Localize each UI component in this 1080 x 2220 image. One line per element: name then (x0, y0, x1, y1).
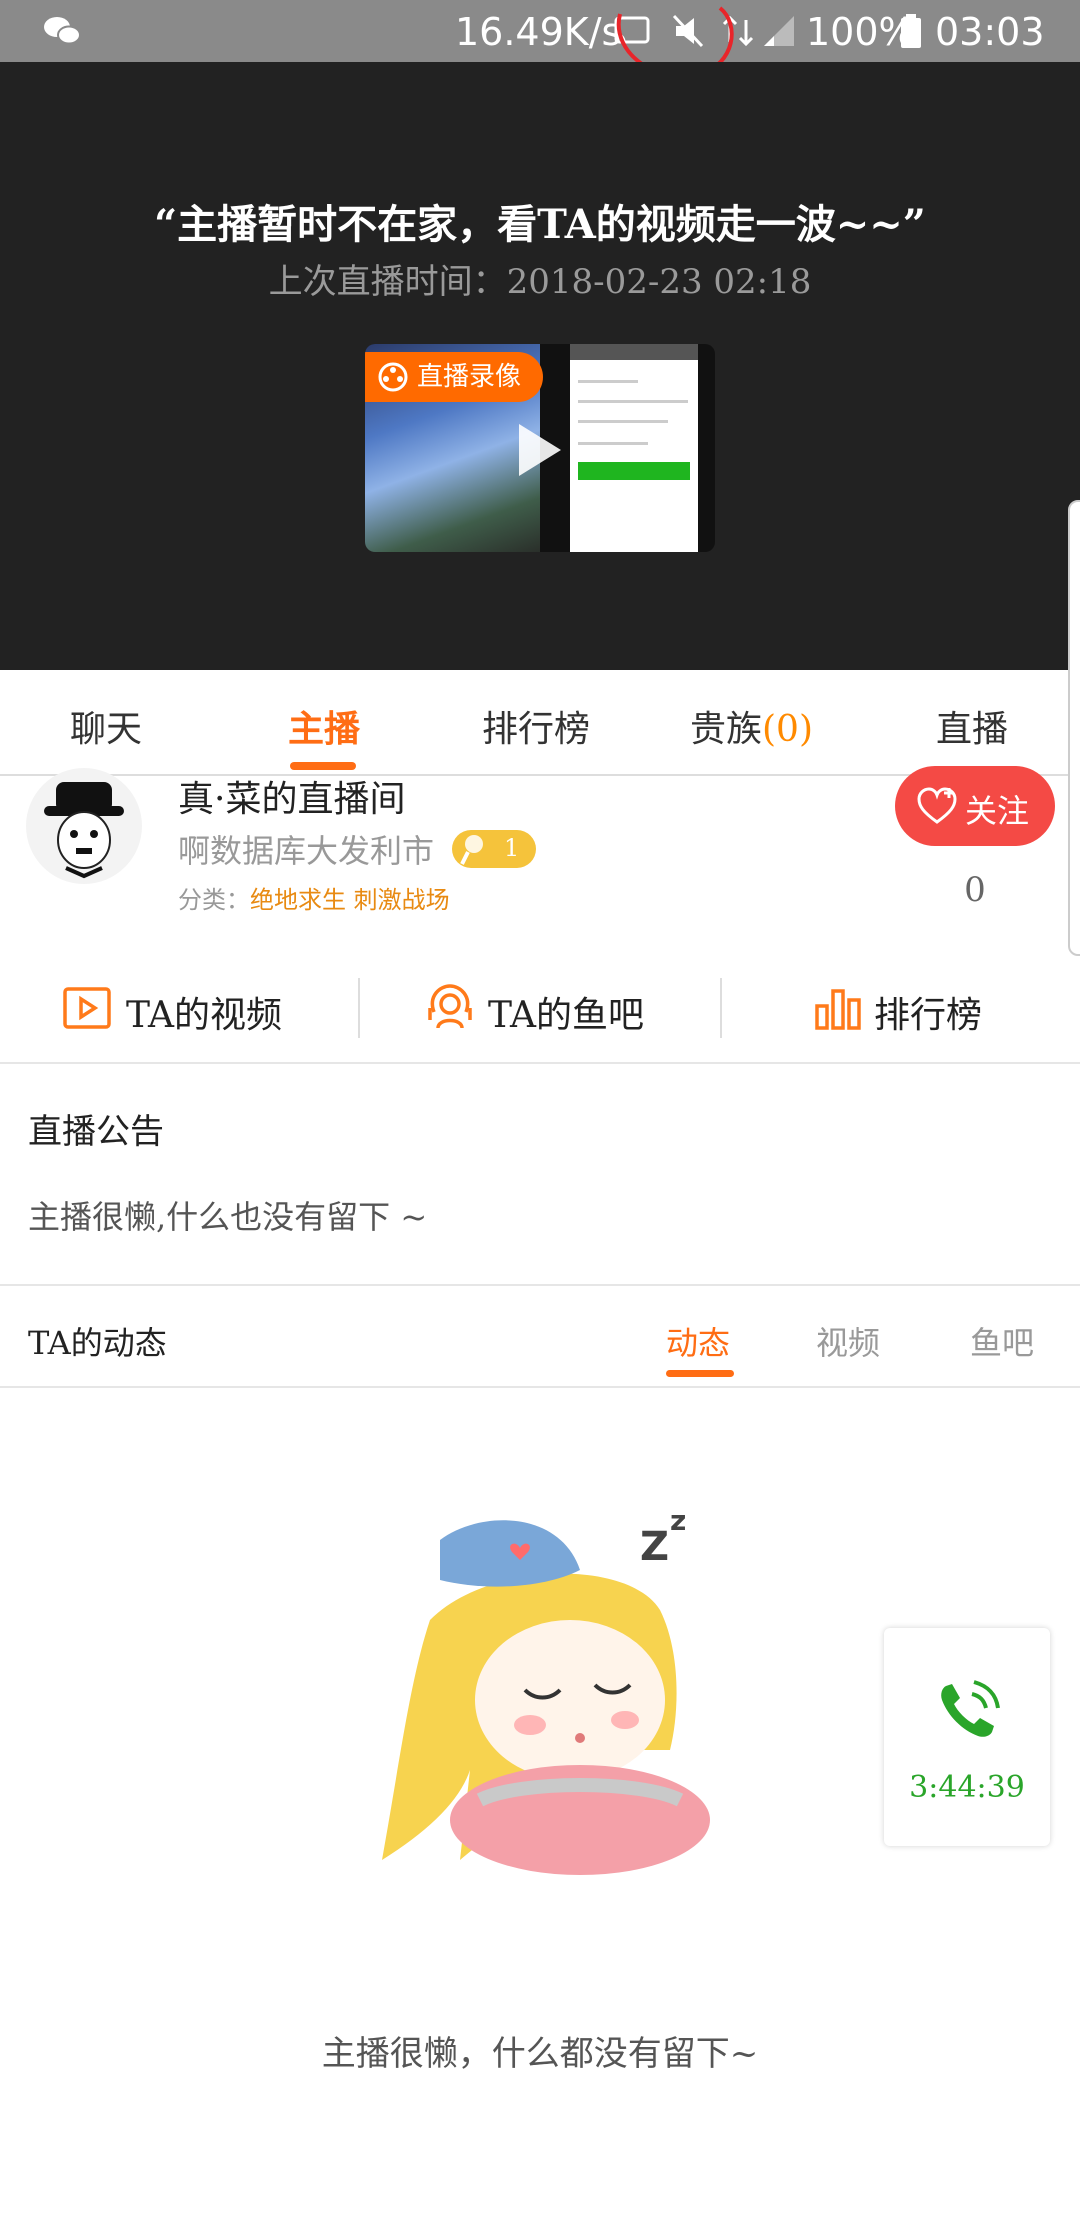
divider (0, 1284, 1080, 1286)
room-tab-bar: 聊天 主播 排行榜 贵族(0) 直播 (0, 670, 1080, 776)
announcement-text: 主播很懒,什么也没有留下 ~ (28, 1198, 428, 1236)
tab-nobles[interactable]: 贵族(0) (690, 700, 813, 752)
play-icon[interactable] (505, 418, 569, 482)
subtab-dynamics[interactable]: 动态 (666, 1318, 730, 1364)
anchor-nickname: 啊数据库大发利市 (178, 832, 435, 870)
last-live-time: 上次直播时间：2018-02-23 02:18 (268, 262, 812, 302)
heart-plus-icon (917, 787, 957, 824)
empty-state-text: 主播很懒，什么都没有留下~ (321, 2034, 759, 2074)
subtab-fishbar[interactable]: 鱼吧 (970, 1318, 1034, 1364)
rank-label: 排行榜 (874, 995, 983, 1036)
active-tab-indicator (290, 762, 356, 770)
battery-icon (901, 14, 921, 48)
tab-rank[interactable]: 排行榜 (482, 700, 590, 752)
ta-videos-button[interactable]: TA的视频 (62, 958, 362, 1062)
network-speed: 16.49K/s (455, 10, 622, 54)
follow-button[interactable]: 关注 (895, 766, 1055, 846)
video-icon (63, 987, 111, 1029)
recording-badge-label: 直播录像 (417, 362, 522, 392)
room-name: 真·菜的直播间 (178, 779, 406, 820)
tab-nobles-count: (0) (762, 709, 814, 750)
recording-badge: 直播录像 (365, 352, 543, 402)
sleeping-girl-illustration: Z z (382, 1504, 710, 1875)
clock: 03:03 (935, 10, 1045, 54)
divider (0, 1386, 1080, 1388)
wechat-icon (44, 17, 81, 45)
subtab-videos[interactable]: 视频 (816, 1318, 880, 1364)
phone-screenshot (570, 344, 698, 552)
film-reel-icon (378, 362, 408, 392)
call-floating-widget[interactable]: 3:44:39 (884, 1628, 1050, 1846)
tab-chat[interactable]: 聊天 (70, 700, 142, 752)
level-number: 1 (504, 834, 520, 862)
announcement-title: 直播公告 (28, 1112, 164, 1152)
category-value[interactable]: 绝地求生 刺激战场 (250, 886, 450, 914)
follow-label: 关注 (965, 792, 1030, 830)
svg-text:Z: Z (640, 1524, 669, 1570)
avatar[interactable] (26, 768, 142, 884)
signal-icon (764, 16, 794, 46)
category: 分类：绝地求生 刺激战场 (178, 880, 450, 915)
category-label: 分类： (178, 886, 250, 914)
level-badge: 1 (452, 830, 536, 868)
ta-fishbar-button[interactable]: TA的鱼吧 (424, 958, 724, 1062)
video-player-area[interactable]: “主播暂时不在家，看TA的视频走一波~~” 上次直播时间：2018-02-23 … (0, 62, 1080, 670)
chaplin-avatar-image (44, 782, 124, 879)
tab-live[interactable]: 直播 (936, 700, 1008, 752)
call-duration: 3:44:39 (909, 1770, 1025, 1805)
ta-videos-label: TA的视频 (126, 995, 283, 1036)
status-bar: 16.49K/s 100% 03:03 (0, 0, 1080, 79)
offline-slogan: “主播暂时不在家，看TA的视频走一波~~” (154, 201, 926, 248)
recording-thumbnail[interactable]: 直播录像 (365, 344, 715, 552)
fishbar-icon (428, 984, 472, 1029)
divider (358, 978, 360, 1038)
follow-count: 0 (964, 870, 986, 910)
tab-nobles-label: 贵族 (690, 709, 763, 750)
phone-call-icon (941, 1680, 1000, 1737)
divider (720, 978, 722, 1038)
side-drawer-handle[interactable] (1068, 500, 1080, 956)
rank-button[interactable]: 排行榜 (814, 958, 1034, 1062)
tab-anchor[interactable]: 主播 (288, 700, 360, 752)
svg-text:z: z (670, 1504, 686, 1537)
bar-chart-icon (815, 989, 861, 1030)
anchor-actions: TA的视频 TA的鱼吧 排行榜 (0, 958, 1080, 1064)
active-subtab-indicator (666, 1370, 734, 1377)
dynamics-title: TA的动态 (28, 1324, 167, 1362)
microphone-icon (460, 835, 483, 865)
ta-fishbar-label: TA的鱼吧 (488, 995, 645, 1036)
